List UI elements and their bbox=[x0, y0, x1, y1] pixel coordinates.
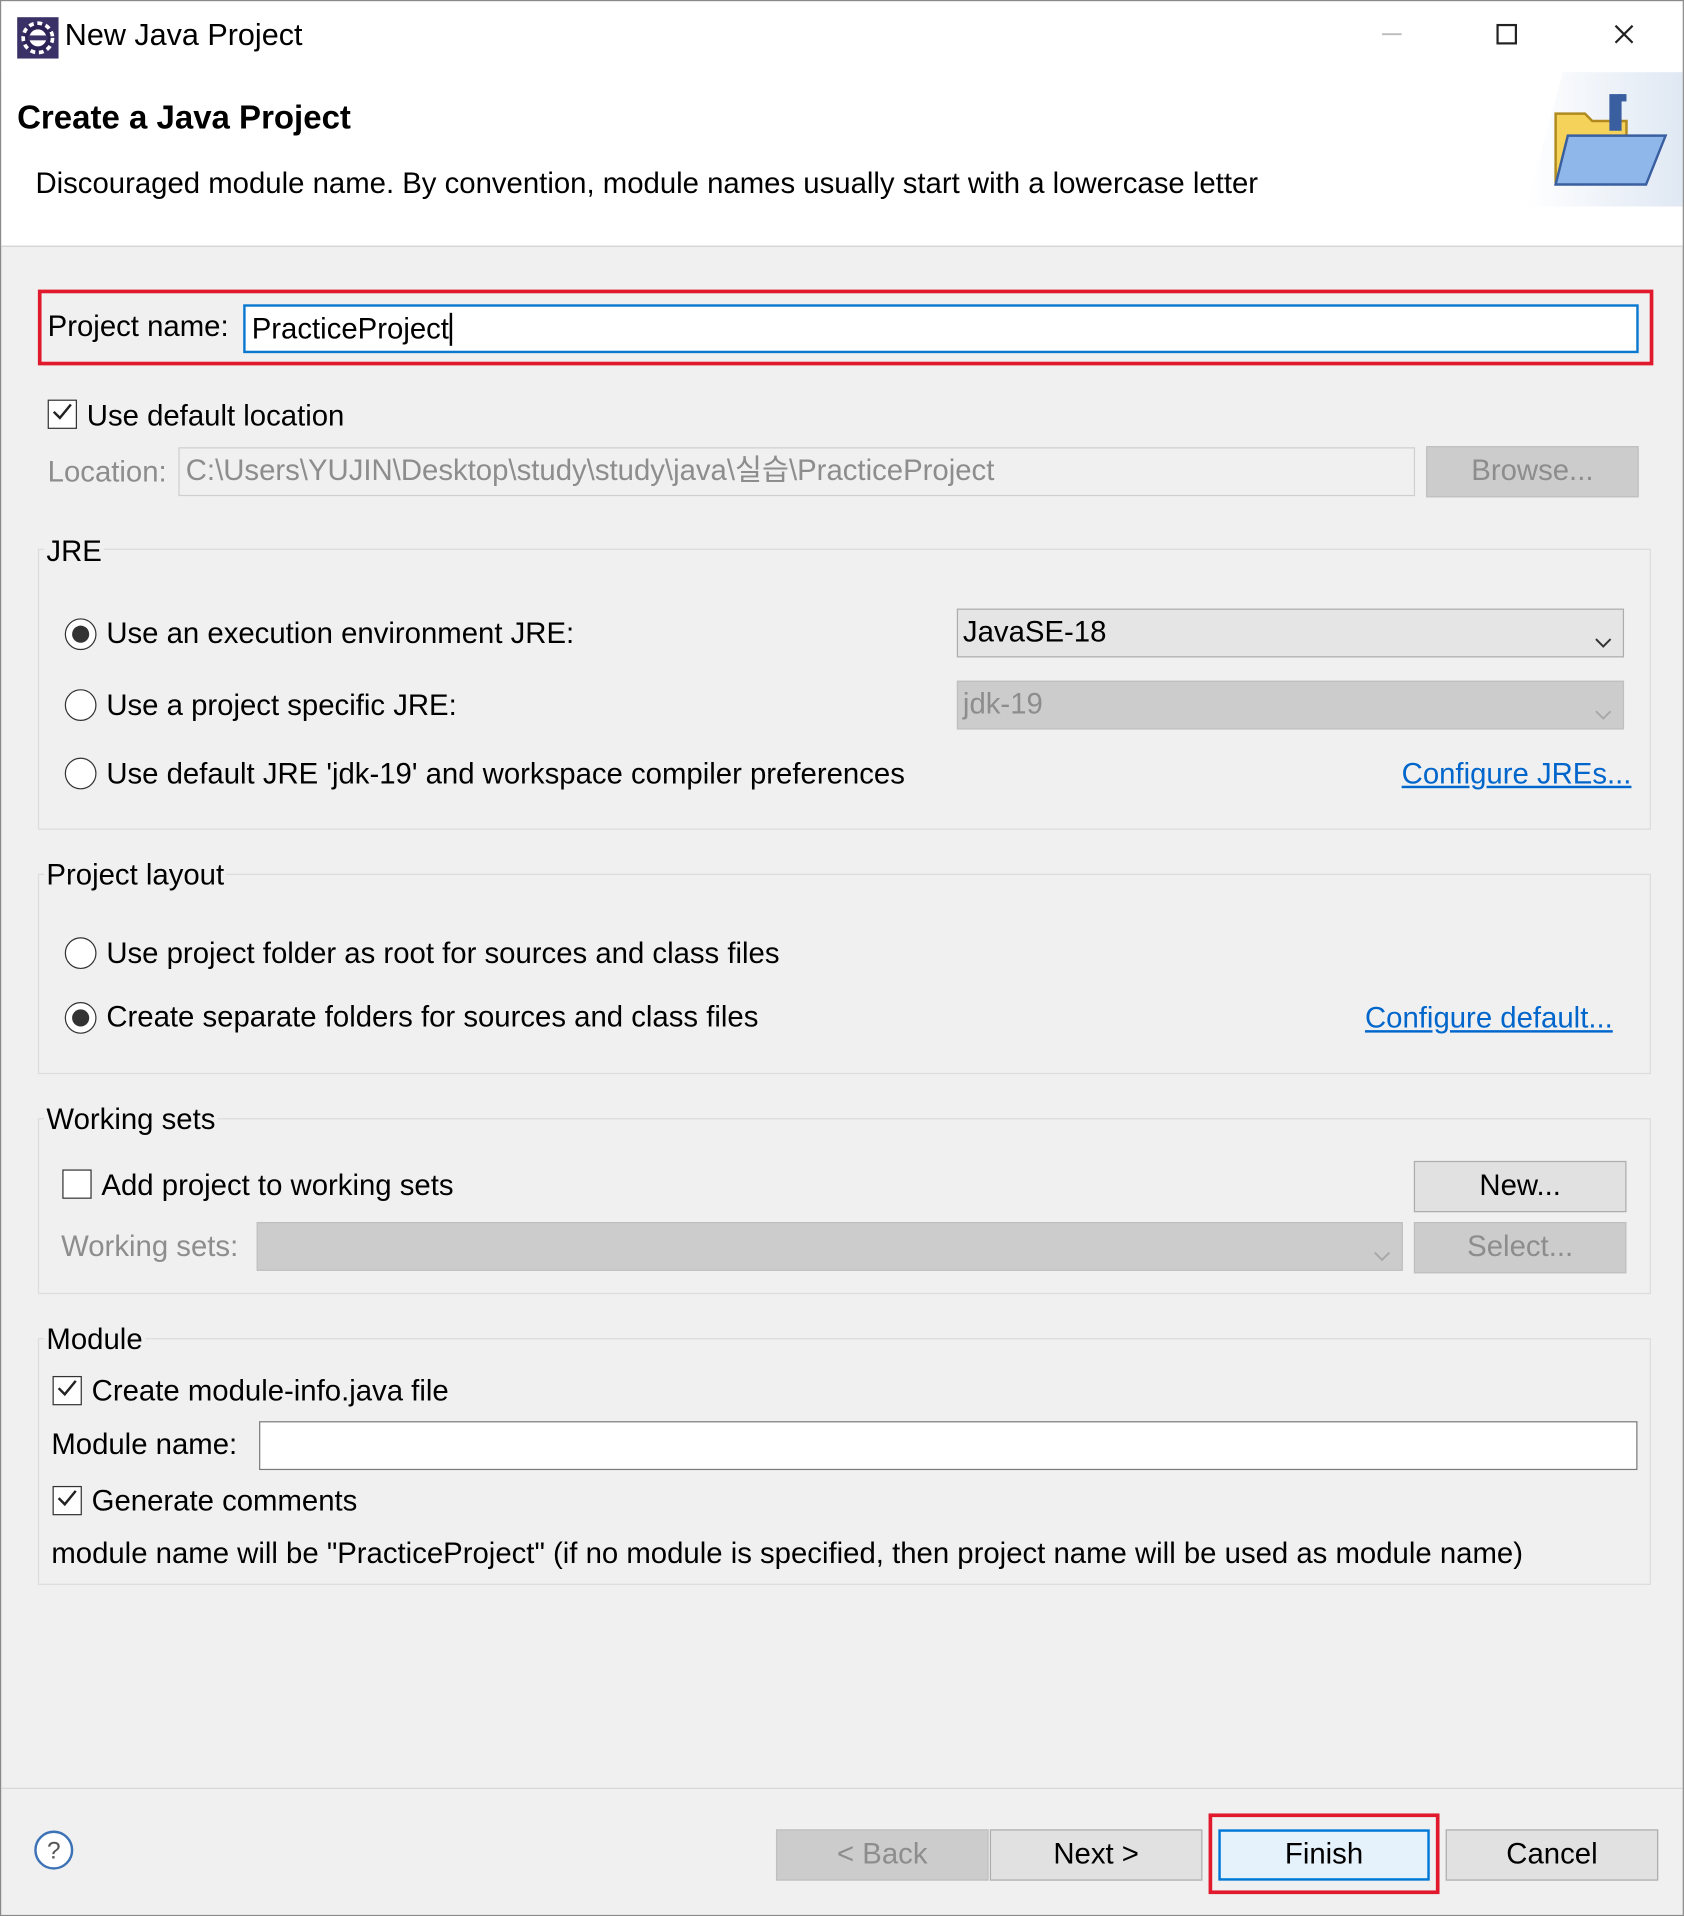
select-working-sets-button[interactable]: Select... bbox=[1413, 1222, 1627, 1274]
create-module-info-label: Create module-info.java file bbox=[91, 1374, 449, 1408]
help-button[interactable]: ? bbox=[33, 1829, 75, 1871]
location-label: Location: bbox=[47, 455, 167, 489]
configure-default-link[interactable]: Configure default... bbox=[1365, 1002, 1613, 1036]
minimize-icon bbox=[1380, 21, 1404, 52]
layout-root-label: Use project folder as root for sources a… bbox=[106, 937, 780, 971]
title-bar: New Java Project bbox=[1, 1, 1683, 73]
chevron-down-icon bbox=[1593, 697, 1613, 731]
jre-default-label: Use default JRE 'jdk-19' and workspace c… bbox=[106, 757, 905, 791]
module-group-title: Module bbox=[43, 1323, 146, 1358]
jre-default-radio[interactable] bbox=[64, 757, 97, 790]
browse-button[interactable]: Browse... bbox=[1426, 446, 1639, 498]
footer-separator bbox=[1, 1787, 1683, 1790]
cancel-button[interactable]: Cancel bbox=[1445, 1829, 1659, 1881]
layout-separate-radio[interactable] bbox=[64, 1002, 97, 1034]
maximize-icon bbox=[1495, 21, 1519, 52]
jre-exec-env-radio[interactable] bbox=[64, 618, 97, 651]
checkmark-icon bbox=[56, 1377, 78, 1405]
project-name-value: PracticeProject bbox=[251, 312, 449, 346]
exec-env-select[interactable]: JavaSE-18 bbox=[956, 608, 1625, 658]
checkmark-icon bbox=[56, 1487, 78, 1515]
close-icon bbox=[1612, 21, 1636, 52]
layout-root-radio[interactable] bbox=[64, 937, 97, 970]
help-icon: ? bbox=[33, 1830, 75, 1876]
new-java-project-dialog: New Java Project Create a Java Project D… bbox=[0, 0, 1684, 1916]
module-info-text: module name will be "PracticeProject" (i… bbox=[51, 1537, 1523, 1571]
use-default-location-label: Use default location bbox=[86, 399, 345, 433]
jre-project-specific-label: Use a project specific JRE: bbox=[106, 689, 457, 723]
eclipse-icon bbox=[17, 17, 59, 59]
java-project-folder-icon bbox=[1526, 72, 1683, 207]
jre-exec-env-label: Use an execution environment JRE: bbox=[106, 617, 575, 651]
window-title: New Java Project bbox=[64, 18, 303, 53]
project-layout-group-title: Project layout bbox=[43, 859, 227, 894]
jre-group-title: JRE bbox=[43, 535, 105, 570]
svg-text:?: ? bbox=[47, 1838, 61, 1865]
project-specific-jre-value: jdk-19 bbox=[962, 687, 1043, 721]
header-message: Discouraged module name. By convention, … bbox=[35, 167, 1259, 201]
chevron-down-icon bbox=[1372, 1238, 1392, 1272]
module-name-label: Module name: bbox=[51, 1428, 238, 1462]
create-module-info-checkbox[interactable] bbox=[52, 1375, 82, 1406]
configure-jres-link[interactable]: Configure JREs... bbox=[1402, 758, 1632, 792]
jre-project-specific-radio[interactable] bbox=[64, 689, 97, 721]
module-name-input[interactable] bbox=[259, 1421, 1638, 1471]
page-title: Create a Java Project bbox=[17, 98, 351, 136]
close-button[interactable] bbox=[1568, 1, 1680, 72]
project-name-input[interactable]: PracticeProject bbox=[243, 304, 1639, 354]
maximize-button[interactable] bbox=[1451, 1, 1563, 72]
next-button[interactable]: Next > bbox=[989, 1829, 1203, 1881]
working-sets-label: Working sets: bbox=[61, 1230, 239, 1264]
generate-comments-label: Generate comments bbox=[91, 1484, 358, 1518]
layout-separate-label: Create separate folders for sources and … bbox=[106, 1000, 759, 1034]
location-input[interactable]: C:\Users\YUJIN\Desktop\study\study\java\… bbox=[178, 447, 1416, 497]
add-to-working-sets-checkbox[interactable] bbox=[62, 1169, 92, 1199]
use-default-location-checkbox[interactable] bbox=[47, 399, 77, 429]
working-sets-group-title: Working sets bbox=[43, 1103, 218, 1138]
add-to-working-sets-label: Add project to working sets bbox=[101, 1169, 454, 1203]
working-sets-select[interactable] bbox=[256, 1222, 1403, 1272]
finish-button[interactable]: Finish bbox=[1218, 1829, 1430, 1881]
project-name-label: Project name: bbox=[47, 310, 229, 344]
new-working-set-button[interactable]: New... bbox=[1413, 1160, 1627, 1213]
chevron-down-icon bbox=[1593, 624, 1613, 658]
exec-env-value: JavaSE-18 bbox=[962, 615, 1107, 649]
back-button[interactable]: < Back bbox=[775, 1829, 989, 1881]
project-layout-group bbox=[37, 873, 1651, 1075]
wizard-header: Create a Java Project Discouraged module… bbox=[1, 72, 1683, 247]
minimize-button[interactable] bbox=[1336, 1, 1448, 72]
generate-comments-checkbox[interactable] bbox=[52, 1485, 82, 1516]
checkmark-icon bbox=[51, 400, 73, 428]
project-specific-jre-select[interactable]: jdk-19 bbox=[956, 680, 1625, 731]
